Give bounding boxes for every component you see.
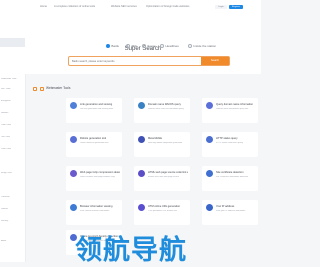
tool-card-title: Your IP address: [216, 205, 235, 208]
tool-card[interactable]: Robots generation tool Online robots.txt …: [66, 132, 122, 157]
tool-card[interactable]: Link generation and viewing Link link gen…: [66, 98, 122, 123]
engine-tab-headlines[interactable]: Headlines: [160, 44, 179, 49]
sidebar-item[interactable]: Color Tools: [1, 148, 25, 151]
sidebar-active-highlight: [0, 38, 25, 47]
robot-icon: [70, 136, 77, 143]
compress-icon: [70, 170, 77, 177]
sidebar-item[interactable]: Webmaster Tools: [1, 78, 25, 81]
tool-card[interactable]: Query domain name information Domain name…: [202, 98, 258, 123]
tool-card-description: HTTP status code batch query: [216, 142, 243, 144]
tool-card[interactable]: Meta Mobile Meta tag mobile adaptation ge…: [134, 132, 190, 157]
sidebar-item[interactable]: Text Tools: [1, 136, 25, 139]
tool-card-title: Query domain name information: [216, 103, 254, 106]
tool-card-description: Extract links from web page source: [148, 176, 180, 178]
tool-card[interactable]: Site certificate detection SSL certificat…: [202, 166, 258, 191]
engine-tab-baidu[interactable]: Baidu: [106, 44, 119, 49]
search-button[interactable]: Search: [201, 57, 229, 65]
engine-tab-360[interactable]: 360: [126, 44, 136, 49]
engine-tab-sogou[interactable]: Sogou: [142, 44, 156, 49]
tool-card[interactable]: Domain name WHOIS query Domain name WHOIS…: [134, 98, 190, 123]
tool-card-description: Meta tag mobile adaptation generation: [148, 142, 183, 144]
grid-icon: [33, 87, 37, 91]
nav-link-tools[interactable]: A complete collection of online tools: [54, 5, 95, 8]
sidebar-item[interactable]: Image Tools: [1, 172, 25, 175]
browser-icon: [70, 204, 77, 211]
search-engine-tabs: Baidu 360 Sogou Headlines Inside the sta…: [106, 44, 226, 50]
smile-icon: [138, 136, 145, 143]
tool-card-description: SSL certificate information detection: [216, 176, 248, 178]
utm-icon: [138, 204, 145, 211]
sidebar-item[interactable]: Domain: [1, 208, 25, 211]
tool-card-description: Link link generation and viewing tools: [80, 108, 114, 110]
nav-link-foreign-trade[interactable]: Optimization of foreign trade websites: [146, 5, 189, 8]
sidebar-item[interactable]: Network: [1, 112, 25, 115]
tool-card-description: Domain name information query tool: [216, 108, 249, 110]
login-button[interactable]: Login: [215, 5, 227, 9]
tool-card-title: Link generation and viewing: [80, 103, 113, 106]
http-icon: [206, 136, 213, 143]
radio-icon: [142, 44, 147, 49]
top-nav-bar: Home A complete collection of online too…: [25, 0, 261, 15]
nav-link-seo[interactable]: Website SEO services: [111, 5, 137, 8]
tool-card-description: Online robots.txt generation tool: [80, 142, 109, 144]
location-icon: [206, 204, 213, 211]
sidebar-item[interactable]: About: [1, 240, 25, 243]
link-icon: [70, 102, 77, 109]
sidebar-item[interactable]: Code Tools: [1, 124, 25, 127]
tool-card-description: Detect whether web page enables Gzip: [80, 176, 115, 178]
sidebar-item[interactable]: Security: [1, 220, 25, 223]
section-header: Webmaster Tools: [25, 84, 261, 94]
tool-card[interactable]: Your IP address View your IP address info…: [202, 200, 258, 225]
sidebar-item[interactable]: SEO Tools: [1, 88, 25, 91]
tools-icon: [40, 87, 44, 91]
sidebar: Webmaster Tools SEO Tools Encryption Net…: [0, 0, 26, 262]
register-button[interactable]: Register: [229, 5, 243, 9]
nav-link-home[interactable]: Home: [40, 5, 47, 8]
tool-card-description: Domain name WHOIS information query: [148, 108, 184, 110]
search-box: Search: [68, 56, 230, 66]
radio-icon: [160, 44, 165, 49]
tool-card[interactable]: Browser information viewing View current …: [66, 200, 122, 225]
engine-tab-inside-station[interactable]: Inside the station: [188, 44, 216, 49]
tool-card-title: HTTP status query: [216, 137, 238, 140]
sidebar-item[interactable]: Converter: [1, 196, 25, 199]
tool-card-title: Web page Gzip compression detection: [80, 171, 120, 174]
tool-card-title: Robots generation tool: [80, 137, 107, 140]
radio-icon: [188, 44, 193, 49]
radio-icon: [126, 44, 131, 49]
globe-icon: [138, 102, 145, 109]
certificate-icon: [206, 170, 213, 177]
radio-icon: [106, 44, 111, 49]
tool-card-title: HTML web page source code link extractio…: [148, 171, 188, 174]
tool-card-title: Meta Mobile: [148, 137, 163, 140]
tool-card[interactable]: UTM online URL generation UTM parameter U…: [134, 200, 190, 225]
tool-card-title: Site certificate detection: [216, 171, 244, 174]
watermark-logo-text: 领航导航: [75, 235, 187, 266]
tool-card-title: UTM online URL generation: [148, 205, 181, 208]
info-icon: [206, 102, 213, 109]
chain-icon: [138, 170, 145, 177]
tool-card-title: Domain name WHOIS query: [148, 103, 181, 106]
tool-card-title: Browser information viewing: [80, 205, 113, 208]
sidebar-item[interactable]: Encryption: [1, 100, 25, 103]
tool-card-description: View your IP address information: [216, 210, 246, 212]
section-title: Webmaster Tools: [46, 86, 71, 90]
tool-card[interactable]: Web page Gzip compression detection Detec…: [66, 166, 122, 191]
search-input[interactable]: [72, 57, 202, 65]
tool-card-description: View current browser information: [80, 210, 110, 212]
tool-card[interactable]: HTTP status query HTTP status code batch …: [202, 132, 258, 157]
tool-card-description: UTM parameter URL builder tool: [148, 210, 177, 212]
tool-card[interactable]: HTML web page source code link extractio…: [134, 166, 190, 191]
